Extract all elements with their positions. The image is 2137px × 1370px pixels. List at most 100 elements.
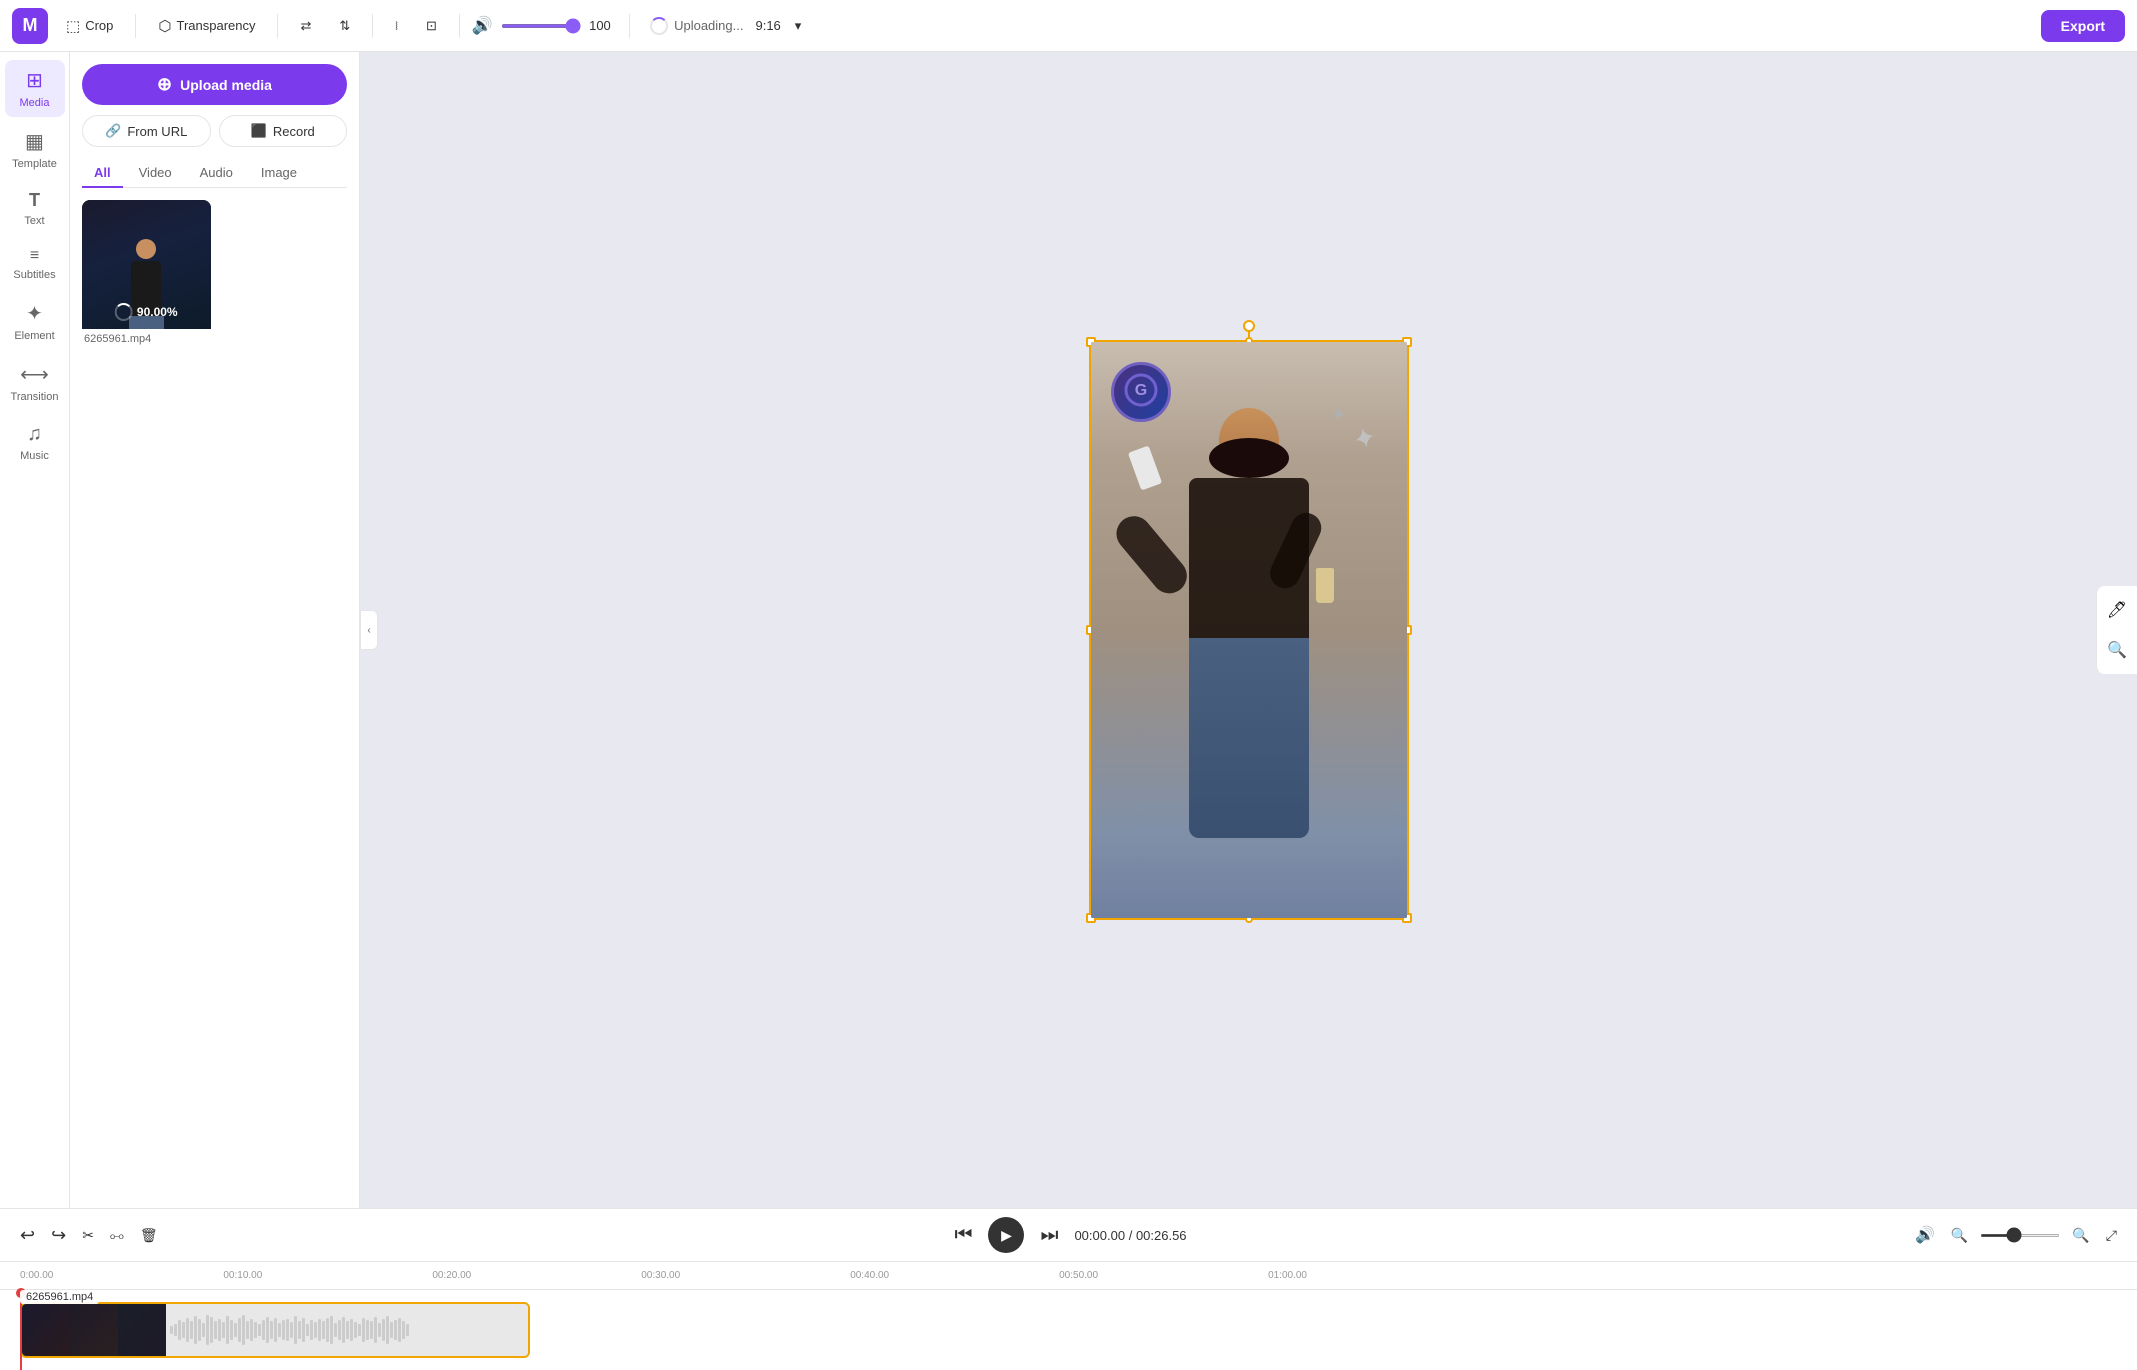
- wave-bar: [214, 1321, 217, 1339]
- filter-tab-all[interactable]: All: [82, 159, 123, 188]
- timeline-ruler: 0:00.00 00:10.00 00:20.00 00:30.00 00:40…: [0, 1262, 2137, 1290]
- zoom-in-button[interactable]: 🔍: [2068, 1223, 2093, 1248]
- sidebar-item-transition[interactable]: ⟷ Transition: [5, 354, 65, 411]
- flip-h-button[interactable]: ⇄: [290, 13, 321, 39]
- volume-toggle-button[interactable]: 🔊: [1911, 1221, 1939, 1249]
- filter-tab-image[interactable]: Image: [249, 159, 309, 188]
- wave-bar: [318, 1319, 321, 1341]
- wave-bar: [386, 1316, 389, 1344]
- undo-button[interactable]: ↩: [16, 1221, 39, 1250]
- uploading-label: Uploading...: [674, 18, 743, 33]
- subtitles-icon: ≡: [30, 247, 39, 265]
- delete-button[interactable]: 🗑: [136, 1223, 162, 1248]
- wave-bar: [238, 1318, 241, 1342]
- wave-bar: [262, 1320, 265, 1340]
- chevron-down-icon: ▾: [795, 18, 802, 34]
- ruler-tick-40: 00:40.00: [850, 1270, 889, 1281]
- wave-bar: [346, 1321, 349, 1339]
- right-panel-icon-2[interactable]: 🔍: [2101, 634, 2133, 666]
- left-controls: ↩ ↪ ✂ ⧟ 🗑: [16, 1221, 162, 1250]
- wave-bar: [290, 1322, 293, 1338]
- wave-bar: [342, 1317, 345, 1343]
- wave-bar: [374, 1317, 377, 1343]
- lock-button[interactable]: ⊡: [416, 13, 447, 39]
- volume-slider[interactable]: [501, 24, 581, 28]
- media-icon: ⊞: [26, 68, 43, 93]
- waveform-section: [166, 1304, 528, 1356]
- wave-bar: [326, 1318, 329, 1342]
- upload-media-button[interactable]: ⊕ Upload media: [82, 64, 347, 105]
- toolbar-divider-3: [372, 14, 373, 38]
- redo-button[interactable]: ↪: [47, 1221, 70, 1250]
- zoom-slider[interactable]: [1980, 1234, 2060, 1237]
- split-button[interactable]: ⧘: [385, 13, 408, 39]
- play-button[interactable]: ▶: [988, 1217, 1024, 1253]
- video-canvas[interactable]: G ✦ ✦: [1089, 340, 1409, 920]
- wave-bar: [258, 1324, 261, 1336]
- export-label: Export: [2061, 18, 2105, 34]
- wave-bar: [230, 1320, 233, 1340]
- crop-icon: ⬚: [66, 17, 80, 35]
- wave-bar: [370, 1321, 373, 1339]
- zoom-out-button[interactable]: 🔍: [1947, 1223, 1972, 1248]
- wave-bar: [210, 1317, 213, 1343]
- filter-tabs: All Video Audio Image: [82, 159, 347, 188]
- flip-v-button[interactable]: ⇅: [329, 13, 360, 39]
- track-clip[interactable]: [20, 1302, 530, 1358]
- app-logo: M: [12, 8, 48, 44]
- sidebar-item-template[interactable]: ▦ Template: [5, 121, 65, 178]
- aspect-ratio-display: 9:16: [755, 18, 780, 33]
- toolbar-divider-4: [459, 14, 460, 38]
- filter-tab-audio[interactable]: Audio: [188, 159, 245, 188]
- wave-bar: [266, 1317, 269, 1343]
- media-item[interactable]: 90.00% 6265961.mp4: [82, 200, 211, 349]
- right-controls: 🔊 🔍 🔍 ⤢: [1911, 1221, 2121, 1249]
- element-icon: ✦: [26, 301, 43, 326]
- transparency-button[interactable]: ⬡ Transparency: [148, 12, 265, 40]
- timeline: 0:00.00 00:10.00 00:20.00 00:30.00 00:40…: [0, 1262, 2137, 1370]
- toolbar-divider-1: [135, 14, 136, 38]
- secondary-buttons: 🔗 From URL ⬛ Record: [82, 115, 347, 147]
- wave-bar: [402, 1321, 405, 1339]
- wave-bar: [206, 1315, 209, 1345]
- media-thumbnail: 90.00%: [82, 200, 211, 329]
- export-button[interactable]: Export: [2041, 10, 2125, 42]
- canvas-area: ‹: [360, 52, 2137, 1208]
- template-icon: ▦: [25, 129, 44, 154]
- sidebar-item-music[interactable]: ♫ Music: [5, 415, 65, 470]
- wave-bar: [286, 1319, 289, 1341]
- record-button[interactable]: ⬛ Record: [219, 115, 348, 147]
- wave-bar: [250, 1319, 253, 1341]
- sidebar-item-media[interactable]: ⊞ Media: [5, 60, 65, 117]
- video-canvas-inner: G ✦ ✦: [1091, 342, 1407, 918]
- wave-bar: [254, 1322, 257, 1338]
- wave-bar: [394, 1320, 397, 1340]
- wave-bar: [270, 1321, 273, 1339]
- skip-back-button[interactable]: ⏮: [950, 1220, 976, 1251]
- sidebar-item-text[interactable]: T Text: [5, 182, 65, 235]
- from-url-button[interactable]: 🔗 From URL: [82, 115, 211, 147]
- sidebar-item-element[interactable]: ✦ Element: [5, 293, 65, 350]
- skip-forward-button[interactable]: ⏭: [1036, 1220, 1062, 1251]
- rotate-handle[interactable]: [1243, 320, 1255, 332]
- cut-button[interactable]: ✂: [78, 1223, 98, 1248]
- collapse-panel-button[interactable]: ‹: [360, 610, 378, 650]
- transparency-icon: ⬡: [158, 17, 171, 35]
- upload-spinner: [650, 17, 668, 35]
- split-clip-button[interactable]: ⧟: [106, 1223, 128, 1248]
- wave-bar: [226, 1316, 229, 1344]
- wave-bar: [366, 1320, 369, 1340]
- filter-tab-video[interactable]: Video: [127, 159, 184, 188]
- aspect-ratio-dropdown[interactable]: ▾: [789, 15, 808, 37]
- wave-bar: [186, 1318, 189, 1342]
- toolbar-divider-5: [629, 14, 630, 38]
- crop-button[interactable]: ⬚ Crop: [56, 12, 123, 40]
- right-panel-icon-1[interactable]: 🖊: [2101, 594, 2133, 626]
- wave-bar: [378, 1323, 381, 1337]
- sidebar-item-subtitles[interactable]: ≡ Subtitles: [5, 239, 65, 289]
- fullscreen-button[interactable]: ⤢: [2102, 1223, 2121, 1248]
- wave-bar: [350, 1319, 353, 1341]
- ruler-tick-20: 00:20.00: [432, 1270, 471, 1281]
- sidebar-label-element: Element: [14, 330, 54, 342]
- wave-bar: [398, 1318, 401, 1342]
